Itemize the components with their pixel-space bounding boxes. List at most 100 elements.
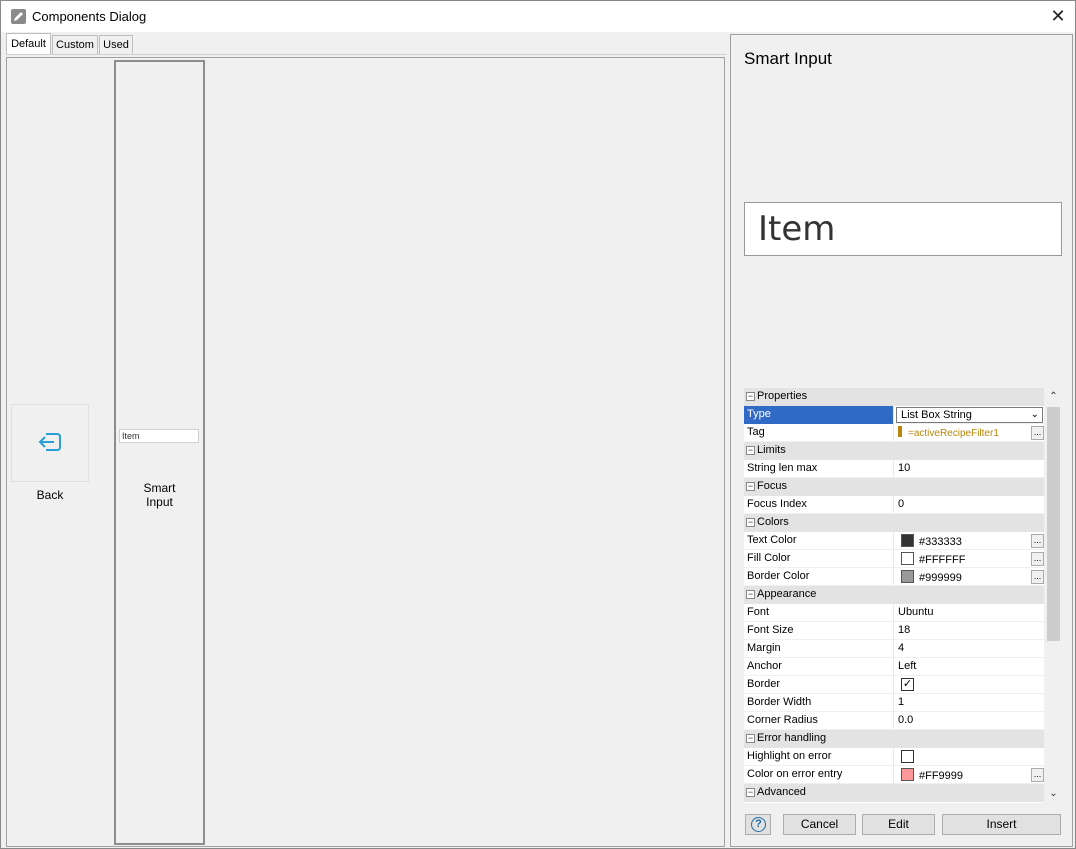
category-colors[interactable]: − Colors [744, 514, 1044, 532]
back-label: Back [36, 488, 64, 502]
prop-value[interactable]: Ubuntu [896, 604, 1044, 622]
components-dialog: Components Dialog ✕ Default Custom Used … [0, 0, 1076, 849]
smart-input-thumbnail: Item [119, 429, 199, 443]
scroll-down-icon[interactable]: ⌄ [1046, 787, 1061, 801]
back-tile[interactable] [11, 404, 89, 482]
prop-row-border-width[interactable]: Border Width 1 [744, 694, 1044, 712]
prop-value[interactable]: 0.0 [896, 712, 1044, 730]
color-text: #333333 [919, 536, 962, 548]
type-value: List Box String [901, 409, 972, 421]
tag-value[interactable]: =activeRecipeFilter1 ... [896, 424, 1044, 442]
prop-row-fill-color[interactable]: Fill Color #FFFFFF ... [744, 550, 1044, 568]
prop-name: Anchor [744, 658, 894, 676]
category-properties[interactable]: − Properties [744, 388, 1044, 406]
prop-row-type[interactable]: Type List Box String ⌄ [744, 406, 1044, 424]
color-swatch [901, 768, 914, 781]
prop-row-tag[interactable]: Tag =activeRecipeFilter1 ... [744, 424, 1044, 442]
smart-input-tile[interactable]: Item Smart Input [114, 60, 205, 845]
category-label: Limits [757, 444, 786, 456]
collapse-icon[interactable]: − [746, 734, 755, 743]
chevron-down-icon: ⌄ [1030, 409, 1039, 420]
prop-row-corner-radius[interactable]: Corner Radius 0.0 [744, 712, 1044, 730]
collapse-icon[interactable]: − [746, 392, 755, 401]
prop-name: Tag [744, 424, 894, 442]
help-button[interactable]: ? [745, 814, 771, 835]
tab-divider [6, 54, 727, 55]
collapse-icon[interactable]: − [746, 590, 755, 599]
prop-value[interactable]: #999999 ... [896, 568, 1044, 586]
border-checkbox[interactable]: ✓ [901, 678, 914, 691]
smart-input-label-line2: Input [146, 495, 173, 509]
prop-name: Highlight on error [744, 748, 894, 766]
tab-default[interactable]: Default [6, 33, 51, 55]
type-dropdown[interactable]: List Box String ⌄ [896, 407, 1043, 423]
prop-name: Type [744, 406, 894, 424]
collapse-icon[interactable]: − [746, 788, 755, 797]
prop-row-string-len-max[interactable]: String len max 10 [744, 460, 1044, 478]
color-picker-button[interactable]: ... [1031, 534, 1044, 548]
category-limits[interactable]: − Limits [744, 442, 1044, 460]
insert-button[interactable]: Insert [942, 814, 1061, 835]
tag-marker-icon [898, 426, 902, 437]
prop-value[interactable]: #333333 ... [896, 532, 1044, 550]
edit-button[interactable]: Edit [862, 814, 935, 835]
prop-value[interactable]: 4 [896, 640, 1044, 658]
category-error-handling[interactable]: − Error handling [744, 730, 1044, 748]
close-button[interactable]: ✕ [1047, 5, 1069, 27]
prop-row-font-size[interactable]: Font Size 18 [744, 622, 1044, 640]
prop-name: Focus Index [744, 496, 894, 514]
prop-value[interactable]: #FF9999 ... [896, 766, 1044, 784]
pencil-icon [11, 9, 26, 24]
prop-value[interactable]: #FFFFFF ... [896, 550, 1044, 568]
title-bar: Components Dialog ✕ [1, 1, 1075, 32]
collapse-icon[interactable]: − [746, 446, 755, 455]
color-picker-button[interactable]: ... [1031, 570, 1044, 584]
prop-row-anchor[interactable]: Anchor Left [744, 658, 1044, 676]
color-picker-button[interactable]: ... [1031, 768, 1044, 782]
prop-name: Margin [744, 640, 894, 658]
highlight-checkbox[interactable] [901, 750, 914, 763]
scroll-up-icon[interactable]: ⌃ [1046, 390, 1061, 404]
category-label: Colors [757, 516, 789, 528]
preview-text: Item [758, 209, 836, 249]
prop-row-text-color[interactable]: Text Color #333333 ... [744, 532, 1044, 550]
category-label: Focus [757, 480, 787, 492]
prop-value[interactable]: 1 [896, 694, 1044, 712]
prop-name: Text Color [744, 532, 894, 550]
category-advanced[interactable]: − Advanced [744, 784, 1044, 802]
cancel-button[interactable]: Cancel [783, 814, 856, 835]
component-preview: Item [744, 202, 1062, 256]
prop-value[interactable]: Left [896, 658, 1044, 676]
prop-row-border-color[interactable]: Border Color #999999 ... [744, 568, 1044, 586]
prop-name: Border Width [744, 694, 894, 712]
prop-row-highlight-on-error[interactable]: Highlight on error [744, 748, 1044, 766]
color-text: #999999 [919, 572, 962, 584]
prop-name: Font [744, 604, 894, 622]
tab-used[interactable]: Used [99, 35, 133, 55]
prop-row-border[interactable]: Border ✓ [744, 676, 1044, 694]
prop-value[interactable]: 0 [896, 496, 1044, 514]
color-swatch [901, 534, 914, 547]
category-label: Error handling [757, 732, 827, 744]
property-scrollbar[interactable]: ⌃ ⌄ [1046, 388, 1061, 803]
component-gallery: Back Item Smart Input [6, 57, 725, 847]
category-focus[interactable]: − Focus [744, 478, 1044, 496]
collapse-icon[interactable]: − [746, 518, 755, 527]
prop-row-font[interactable]: Font Ubuntu [744, 604, 1044, 622]
color-picker-button[interactable]: ... [1031, 552, 1044, 566]
category-appearance[interactable]: − Appearance [744, 586, 1044, 604]
prop-name: Border [744, 676, 894, 694]
prop-row-margin[interactable]: Margin 4 [744, 640, 1044, 658]
tag-browse-button[interactable]: ... [1031, 426, 1044, 440]
prop-value[interactable]: 10 [896, 460, 1044, 478]
scrollbar-thumb[interactable] [1047, 407, 1060, 641]
prop-row-focus-index[interactable]: Focus Index 0 [744, 496, 1044, 514]
property-grid: − Properties Type List Box String ⌄ Tag … [744, 388, 1044, 803]
collapse-icon[interactable]: − [746, 482, 755, 491]
category-label: Appearance [757, 588, 817, 600]
prop-value[interactable]: 18 [896, 622, 1044, 640]
prop-name: Font Size [744, 622, 894, 640]
prop-row-color-on-error[interactable]: Color on error entry #FF9999 ... [744, 766, 1044, 784]
tab-custom[interactable]: Custom [52, 35, 98, 55]
tag-text: =activeRecipeFilter1 [908, 428, 999, 439]
